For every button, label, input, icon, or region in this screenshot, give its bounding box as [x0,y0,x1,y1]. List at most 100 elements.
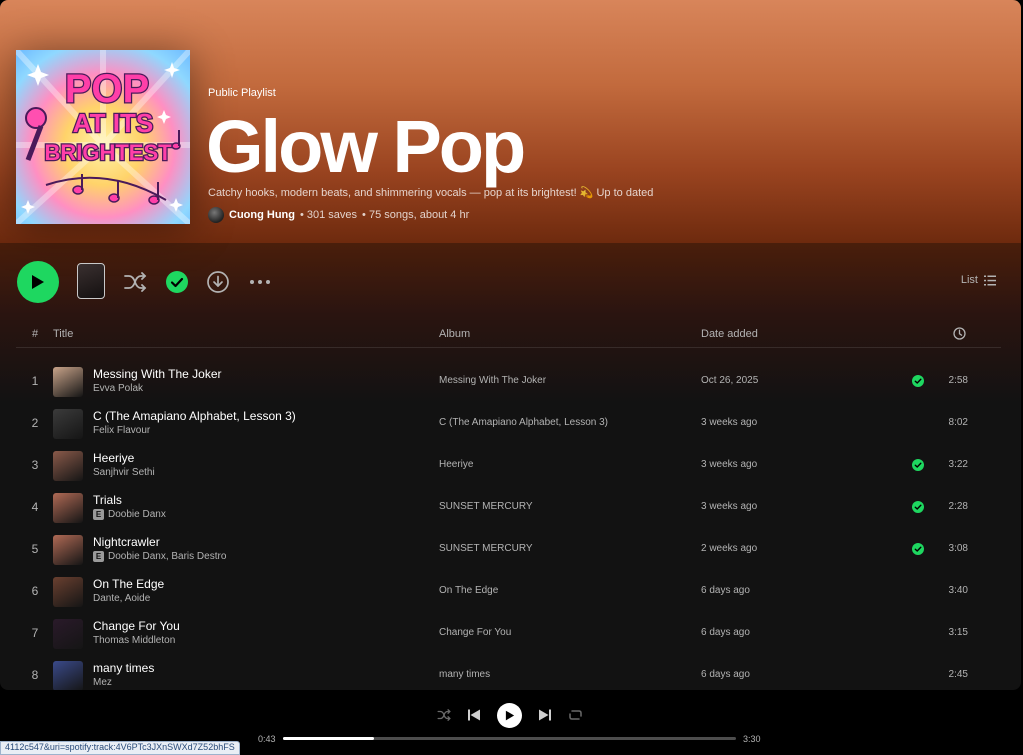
repeat-icon [568,710,582,720]
track-title[interactable]: Nightcrawler [93,535,160,549]
list-icon [984,275,996,285]
player-shuffle-button[interactable] [435,706,453,724]
shuffle-button[interactable] [122,270,148,294]
previous-button[interactable] [466,706,482,724]
track-row[interactable]: 4 Trials E Doobie Danx SUNSET MERCURY 3 weeks… [16,487,1001,529]
check-circle-icon [166,271,188,293]
skip-back-icon [468,709,480,721]
track-artist[interactable]: Dante, Aoide [93,593,150,604]
track-album[interactable]: Change For You [439,627,511,638]
repeat-button[interactable] [567,706,583,724]
track-row[interactable]: 6 On The Edge Dante, Aoide On The Edge 6 day… [16,571,1001,613]
track-row[interactable]: 5 Nightcrawler E Doobie Danx, Baris Destro S… [16,529,1001,571]
track-cover-art [53,661,83,690]
track-date-added: 6 days ago [701,669,750,680]
track-title[interactable]: Trials [93,493,122,507]
preview-thumbnail-button[interactable] [77,263,105,299]
track-duration: 2:28 [948,501,968,512]
track-title[interactable]: C (The Amapiano Alphabet, Lesson 3) [93,409,296,423]
track-artist[interactable]: Doobie Danx [108,509,166,520]
saved-check-icon[interactable] [912,501,924,513]
playlist-meta: Cuong Hung • 301 saves • 75 songs, about… [208,207,469,223]
track-duration: 2:58 [948,375,968,386]
track-date-added: Oct 26, 2025 [701,375,759,386]
track-title[interactable]: On The Edge [93,577,164,591]
track-row[interactable]: 3 Heeriye Sanjhvir Sethi Heeriye 3 weeks ago… [16,445,1001,487]
playback-progress-bar[interactable] [283,737,736,740]
track-row[interactable]: 7 Change For You Thomas Middleton Change Fo… [16,613,1001,655]
link-hover-status-url: 4112c547&uri=spotify:track:4V6PTc3JXnSWX… [0,741,240,755]
track-album[interactable]: many times [439,669,490,680]
track-cover-art [53,577,83,607]
owner-link[interactable]: Cuong Hung [229,209,295,221]
cover-text-line3: BRIGHTEST [44,140,172,165]
explicit-badge: E [93,551,104,562]
track-number: 4 [31,500,39,514]
view-mode-button[interactable]: List [961,274,996,286]
owner-avatar[interactable] [208,207,224,223]
track-number: 6 [31,584,39,598]
download-button[interactable] [206,270,230,294]
playlist-type-label: Public Playlist [208,87,276,99]
cover-text-line2: AT ITS [73,108,153,138]
track-album[interactable]: C (The Amapiano Alphabet, Lesson 3) [439,417,608,428]
track-number: 8 [31,668,39,682]
track-cover-art [53,409,83,439]
saves-count: • 301 saves [299,209,358,221]
playlist-title[interactable]: Glow Pop [206,106,526,188]
playback-progress-fill [283,737,374,740]
track-cover-art [53,451,83,481]
track-duration: 3:22 [948,459,968,470]
track-artist[interactable]: Mez [93,677,112,688]
duration-clock-icon [953,327,966,340]
track-number: 1 [31,374,39,388]
track-row[interactable]: 8 many times Mez many times 6 days ago 2:45 [16,655,1001,690]
column-album[interactable]: Album [439,328,470,340]
track-number: 2 [31,416,39,430]
player-play-button[interactable] [497,703,522,728]
track-title[interactable]: many times [93,661,154,675]
track-cover-art [53,493,83,523]
track-album[interactable]: Heeriye [439,459,473,470]
cover-text-line1: POP [65,67,149,111]
track-date-added: 6 days ago [701,627,750,638]
play-button[interactable] [17,261,59,303]
play-icon [505,710,514,721]
track-cover-art [53,619,83,649]
saved-check-icon[interactable] [912,459,924,471]
track-date-added: 3 weeks ago [701,501,758,512]
elapsed-time: 0:43 [258,734,276,744]
track-date-added: 3 weeks ago [701,459,758,470]
playlist-cover-image[interactable]: POP AT ITS BRIGHTEST [16,50,190,224]
track-duration: 8:02 [948,417,968,428]
track-artist[interactable]: Doobie Danx, Baris Destro [108,551,226,562]
more-options-button[interactable] [248,270,272,294]
track-row[interactable]: 2 C (The Amapiano Alphabet, Lesson 3) Feli… [16,403,1001,445]
saved-check-icon[interactable] [912,375,924,387]
download-icon [207,271,229,293]
track-title[interactable]: Messing With The Joker [93,367,222,381]
track-artist[interactable]: Thomas Middleton [93,635,175,646]
explicit-badge: E [93,509,104,520]
track-duration: 3:08 [948,543,968,554]
saved-check-icon[interactable] [912,543,924,555]
track-title[interactable]: Change For You [93,619,180,633]
playlist-summary: • 75 songs, about 4 hr [362,209,470,221]
track-artist[interactable]: Sanjhvir Sethi [93,467,155,478]
column-number: # [32,328,39,340]
column-date-added[interactable]: Date added [701,328,758,340]
track-number: 5 [31,542,39,556]
track-title[interactable]: Heeriye [93,451,134,465]
next-button[interactable] [537,706,553,724]
track-artist[interactable]: Felix Flavour [93,425,150,436]
track-cover-art [53,535,83,565]
track-album[interactable]: On The Edge [439,585,498,596]
skip-forward-icon [539,709,551,721]
track-album[interactable]: Messing With The Joker [439,375,546,386]
saved-to-library-button[interactable] [165,270,189,294]
track-album[interactable]: SUNSET MERCURY [439,501,533,512]
track-artist[interactable]: Evva Polak [93,383,143,394]
column-title[interactable]: Title [53,328,73,340]
track-row[interactable]: 1 Messing With The Joker Evva Polak Messing… [16,361,1001,403]
track-album[interactable]: SUNSET MERCURY [439,543,533,554]
